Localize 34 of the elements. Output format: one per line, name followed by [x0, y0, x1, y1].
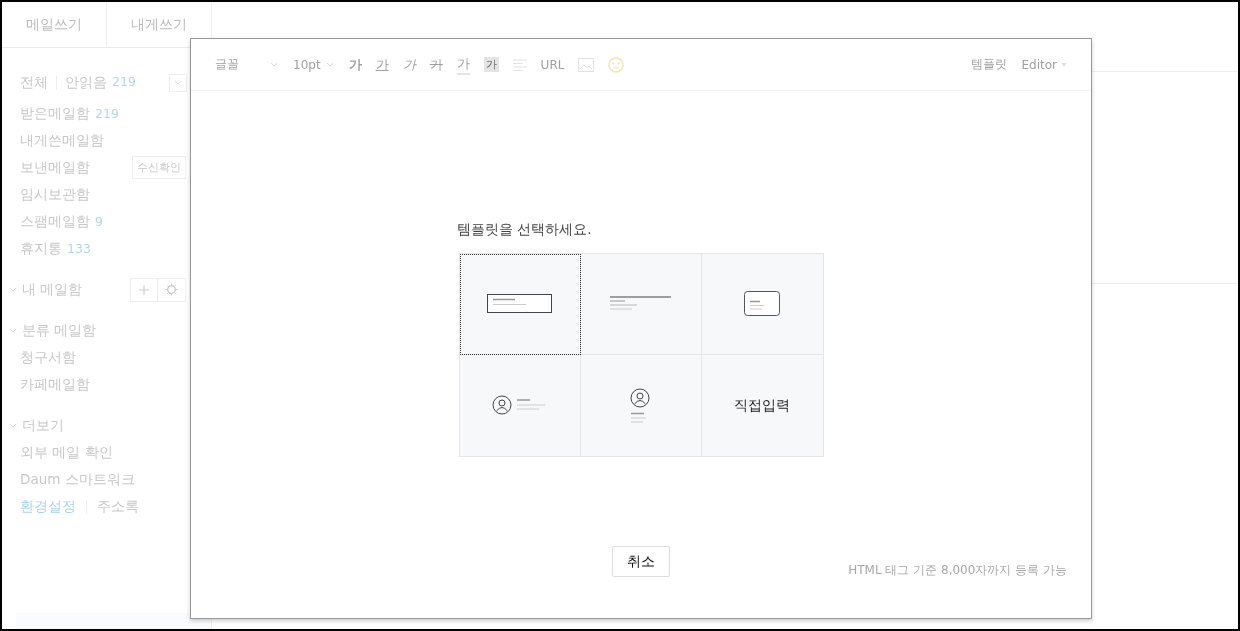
compose-tab[interactable]: 내게쓰기	[107, 2, 211, 47]
caret-icon	[1061, 62, 1067, 67]
layout-line-icon	[609, 296, 672, 312]
plus-icon	[138, 283, 150, 296]
unread-count: 219	[112, 74, 136, 91]
footer-link[interactable]: 환경설정	[20, 497, 76, 516]
profile-card-icon	[492, 395, 547, 416]
toolbar-link[interactable]: URL	[540, 57, 565, 72]
strikethrough-button[interactable]: 가	[429, 55, 443, 74]
dropdown-button[interactable]	[169, 74, 187, 92]
layout-box-icon	[486, 294, 553, 314]
compose-tab[interactable]: 메일쓰기	[2, 2, 107, 47]
folder-count: 9	[95, 214, 103, 229]
editor-note: HTML 태그 기준 8,000자까지 등록 가능	[848, 562, 1067, 579]
image-icon[interactable]	[578, 57, 595, 72]
smiley-icon[interactable]	[608, 56, 625, 73]
italic-button[interactable]: 가	[402, 55, 416, 74]
text-color-button[interactable]: 가	[456, 54, 470, 75]
card-icon	[743, 291, 781, 317]
font-select[interactable]: 글꼴	[215, 56, 239, 73]
gear-icon	[165, 283, 178, 296]
dialog-prompt: 템플릿을 선택하세요.	[457, 221, 592, 239]
folder-count: 133	[67, 241, 91, 256]
align-icon[interactable]	[512, 58, 527, 71]
highlight-button[interactable]: 가	[483, 57, 499, 72]
profile-card-icon	[630, 387, 651, 424]
cancel-button[interactable]: 취소	[612, 546, 670, 577]
underline-button[interactable]: 가	[375, 55, 389, 74]
font-select[interactable]: 10pt	[293, 57, 321, 72]
editor-menu[interactable]: Editor	[1021, 57, 1057, 72]
folder-count: 219	[95, 106, 119, 121]
template-option[interactable]	[459, 254, 581, 355]
toolbar-link[interactable]: 템플릿	[971, 56, 1008, 73]
bold-button[interactable]: 가	[348, 55, 362, 74]
